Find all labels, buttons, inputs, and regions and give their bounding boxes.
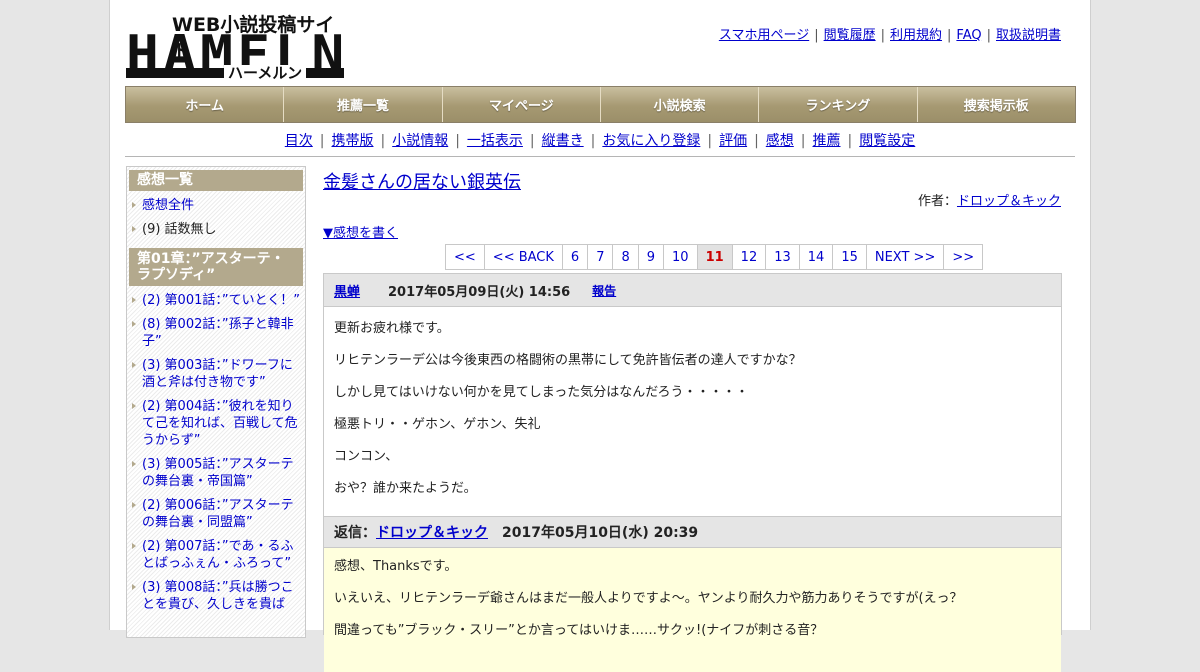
pager-page[interactable]: 15: [833, 245, 867, 269]
subnav-rating[interactable]: 評価: [719, 133, 747, 149]
sidebar-episode-link[interactable]: (2) 第007話：”であ・るふとばっふぇん・ふろって”: [142, 539, 293, 571]
comment-date: 2017年05月09日(火) 14:56: [388, 284, 571, 300]
reply-label: 返信：: [334, 525, 376, 541]
author-link[interactable]: ドロップ＆キック: [957, 194, 1061, 209]
list-item: (3) 第005話：”アスターテの舞台裏・帝国篇”: [127, 453, 305, 494]
reply-line: 間違っても”ブラック・スリー”とか言ってはいけま……サクッ!(ナイフが刺さる音？: [334, 623, 824, 638]
comment-line: 更新お疲れ様です。: [334, 321, 450, 336]
divider: [125, 156, 1075, 157]
list-item: 感想全件: [127, 194, 305, 218]
sidebar-episode-link[interactable]: (2) 第004話：”彼れを知りて己を知れば、百戦して危うからず”: [142, 399, 298, 448]
pager-first[interactable]: <<: [446, 245, 485, 269]
comment-body: 更新お疲れ様です。 リヒテンラーデ公は今後東西の格闘術の黒帯にして免許皆伝者の達…: [324, 307, 1061, 516]
reply-line: 感想、Thanksです。: [334, 559, 458, 574]
subnav-recommend[interactable]: 推薦: [813, 133, 841, 149]
author-line: 作者：ドロップ＆キック: [918, 190, 1061, 209]
sidebar-episode-list: (2) 第001話：”ていとく！” (8) 第002話：”孫子と韓非子” (3)…: [127, 286, 305, 617]
subnav-all[interactable]: 一括表示: [467, 133, 523, 149]
link-history[interactable]: 閲覧履歴: [824, 28, 876, 43]
nav-search[interactable]: 小説検索: [600, 87, 760, 122]
reply-header: 返信： ドロップ＆キック 2017年05月10日(水) 20:39: [324, 516, 1061, 548]
write-comment-link[interactable]: ▼感想を書く: [323, 222, 398, 241]
subnav-comments[interactable]: 感想: [766, 133, 794, 149]
sidebar-episode-link[interactable]: (8) 第002話：”孫子と韓非子”: [142, 317, 294, 349]
list-item: (2) 第006話：”アスターテの舞台裏・同盟篇”: [127, 494, 305, 535]
pagination: << << BACK 6 7 8 9 10 11 12 13 14 15 NEX…: [445, 244, 984, 270]
nav-board[interactable]: 捜索掲示板: [917, 87, 1075, 122]
sidebar-heading: 感想一覧: [129, 170, 303, 191]
subnav-info[interactable]: 小説情報: [392, 133, 448, 149]
list-item: (3) 第003話：”ドワーフに酒と斧は付き物です”: [127, 354, 305, 395]
pager-page[interactable]: 8: [613, 245, 639, 269]
sidebar-no-episode: (9) 話数無し: [142, 222, 217, 237]
nav-home[interactable]: ホーム: [126, 87, 285, 122]
pager-page[interactable]: 14: [800, 245, 834, 269]
sidebar-episode-link[interactable]: (2) 第001話：”ていとく！”: [142, 293, 300, 308]
sidebar-list: 感想全件 (9) 話数無し: [127, 191, 305, 242]
nav-mypage[interactable]: マイページ: [442, 87, 601, 122]
sidebar: 感想一覧 感想全件 (9) 話数無し 第01章：”アスターテ・ラプソディ” (2…: [126, 166, 306, 638]
pager-page[interactable]: 9: [639, 245, 665, 269]
comment-line: しかし見てはいけない何かを見てしまった気分はなんだろう・・・・・: [334, 385, 749, 400]
pager-page[interactable]: 12: [733, 245, 767, 269]
pager-page[interactable]: 6: [563, 245, 589, 269]
list-item: (2) 第001話：”ていとく！”: [127, 289, 305, 313]
link-terms[interactable]: 利用規約: [890, 28, 942, 43]
comment-line: コンコン、: [334, 449, 399, 464]
novel-subnav: 目次 | 携帯版 | 小説情報 | 一括表示 | 縦書き | お気に入り登録 | 評価 | 感想 | 推薦 | 閲覧…: [284, 133, 916, 149]
sidebar-episode-link[interactable]: (2) 第006話：”アスターテの舞台裏・同盟篇”: [142, 498, 294, 530]
comment-line: リヒテンラーデ公は今後東西の格闘術の黒帯にして免許皆伝者の達人ですかな？: [334, 353, 802, 368]
pager-page[interactable]: 10: [664, 245, 698, 269]
pager-page[interactable]: 7: [588, 245, 614, 269]
top-links: スマホ用ページ | 閲覧履歴 | 利用規約 | FAQ | 取扱説明書: [718, 28, 1061, 43]
site-logo[interactable]: WEB小説投稿サイト HAMELN ハーメルン: [126, 10, 346, 81]
subnav-favorite[interactable]: お気に入り登録: [602, 133, 700, 149]
pager-next[interactable]: NEXT >>: [867, 245, 945, 269]
list-item: (2) 第004話：”彼れを知りて己を知れば、百戦して危うからず”: [127, 395, 305, 453]
sidebar-chapter-heading: 第01章：”アスターテ・ラプソディ”: [129, 248, 303, 286]
pager-back[interactable]: << BACK: [485, 245, 563, 269]
list-item: (8) 第002話：”孫子と韓非子”: [127, 313, 305, 354]
subnav-vertical[interactable]: 縦書き: [542, 133, 584, 149]
reply-line: いえいえ、リヒテンラーデ爺さんはまだ一般人よりですよ～。ヤンより耐久力や筋力あり…: [334, 591, 963, 606]
sidebar-all-comments[interactable]: 感想全件: [142, 198, 194, 213]
list-item: (9) 話数無し: [127, 218, 305, 242]
comment-user-link[interactable]: 黒蝉: [334, 281, 360, 300]
reply-user-link[interactable]: ドロップ＆キック: [376, 522, 488, 542]
reply-body: 感想、Thanksです。 いえいえ、リヒテンラーデ爺さんはまだ一般人よりですよ～…: [324, 548, 1061, 672]
novel-title-link[interactable]: 金髪さんの居ない銀英伝: [323, 168, 521, 194]
nav-recommendations[interactable]: 推薦一覧: [284, 87, 443, 122]
subnav-settings[interactable]: 閲覧設定: [859, 133, 915, 149]
logo-kana: ハーメルン: [224, 65, 307, 81]
subnav-toc[interactable]: 目次: [285, 133, 313, 149]
link-smartphone-page[interactable]: スマホ用ページ: [719, 28, 809, 43]
main-nav: ホーム 推薦一覧 マイページ 小説検索 ランキング 捜索掲示板: [125, 86, 1076, 123]
sidebar-episode-link[interactable]: (3) 第005話：”アスターテの舞台裏・帝国篇”: [142, 457, 294, 489]
link-manual[interactable]: 取扱説明書: [996, 28, 1061, 43]
nav-ranking[interactable]: ランキング: [759, 87, 918, 122]
pager-current: 11: [697, 245, 733, 269]
sidebar-episode-link[interactable]: (3) 第003話：”ドワーフに酒と斧は付き物です”: [142, 358, 293, 390]
reply-date: 2017年05月10日(水) 20:39: [502, 525, 699, 541]
comment-line: おや？誰か来たようだ。: [334, 481, 477, 496]
pager-last[interactable]: >>: [944, 245, 982, 269]
report-link[interactable]: 報告: [592, 282, 616, 299]
link-faq[interactable]: FAQ: [956, 28, 981, 43]
author-label: 作者：: [917, 194, 957, 209]
comment-header: 黒蝉 2017年05月09日(火) 14:56 報告: [324, 274, 1061, 307]
pager-page[interactable]: 13: [766, 245, 800, 269]
page: WEB小説投稿サイト HAMELN ハーメルン スマホ用ページ | 閲覧履歴 | 利用規…: [109, 0, 1091, 672]
comment-line: 極悪トリ・・ゲホン、ゲホン、失礼: [334, 417, 541, 432]
list-item: (2) 第007話：”であ・るふとばっふぇん・ふろって”: [127, 535, 305, 576]
sidebar-episode-link[interactable]: (3) 第008話：”兵は勝つことを貴び、久しきを貴ば: [142, 580, 294, 612]
list-item: (3) 第008話：”兵は勝つことを貴び、久しきを貴ば: [127, 576, 305, 617]
subnav-mobile[interactable]: 携帯版: [331, 133, 373, 149]
comment-card: 黒蝉 2017年05月09日(火) 14:56 報告 更新お疲れ様です。 リヒテ…: [323, 273, 1062, 672]
